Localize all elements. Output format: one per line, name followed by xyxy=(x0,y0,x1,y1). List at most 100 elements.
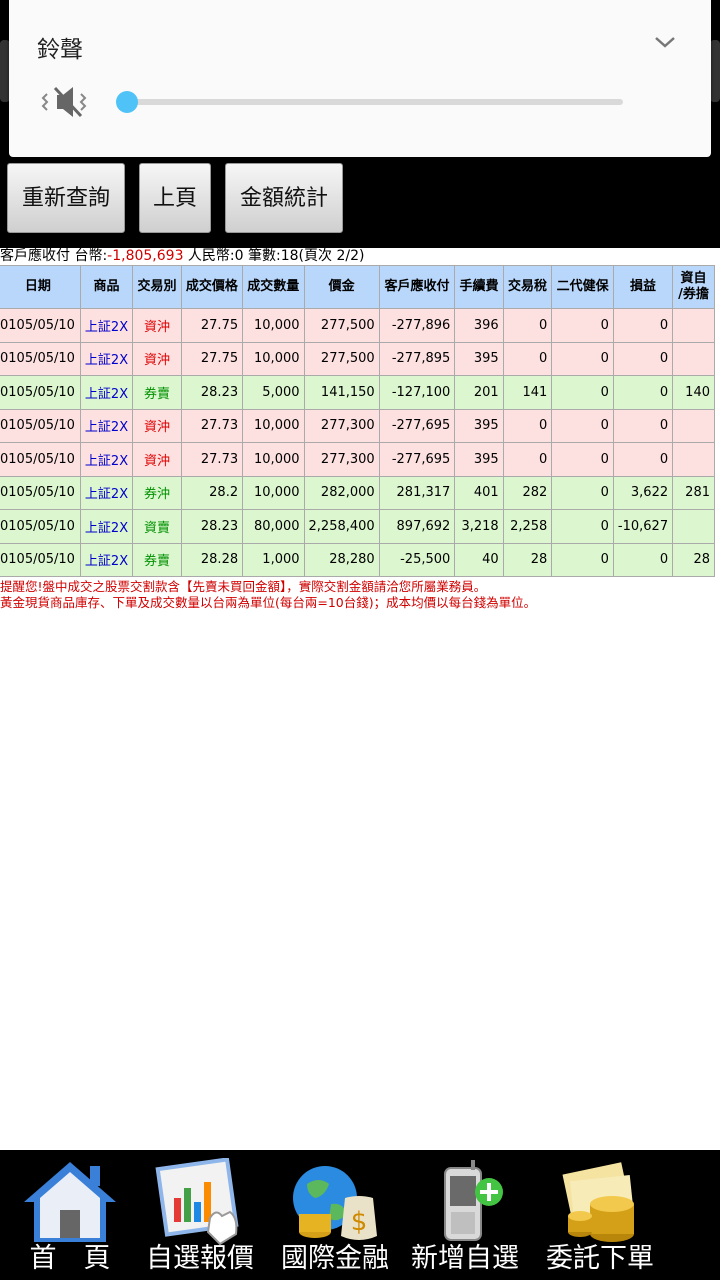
cell-amount: 28,280 xyxy=(303,542,380,577)
amount-stats-button[interactable]: 金額統計 xyxy=(225,163,343,233)
notes: 提醒您!盤中成交之股票交割款含【先賣未買回金額】，實際交割金額請洽您所屬業務員。… xyxy=(0,579,720,611)
cell-price: 28.23 xyxy=(180,375,244,410)
table-row[interactable]: 0105/05/10 上証2X 資沖 27.75 10,000 277,500 -277,8… xyxy=(0,341,715,376)
table-row[interactable]: 0105/05/10 上証2X 券沖 28.2 10,000 282,000 281,317… xyxy=(0,475,715,510)
trade-table-wrap[interactable]: 日期 商品 交易別 成交價格 成交數量 價金 客戶應收付 手續費 交易稅 二代健… xyxy=(0,265,720,578)
table-row[interactable]: 0105/05/10 上証2X 資沖 27.73 10,000 277,300 -277,6… xyxy=(0,408,715,443)
cell-date: 0105/05/10 xyxy=(0,475,81,510)
table-row[interactable]: 0105/05/10 上証2X 資沖 27.73 10,000 277,300 -277,6… xyxy=(0,442,715,477)
cell-self-fund xyxy=(672,442,715,477)
col-trade-type[interactable]: 交易別 xyxy=(132,265,182,309)
volume-panel: 鈴聲 xyxy=(9,0,711,157)
cell-fee: 396 xyxy=(454,308,504,343)
col-profit-loss[interactable]: 損益 xyxy=(612,265,674,309)
cell-health-premium: 0 xyxy=(551,475,614,510)
volume-title: 鈴聲 xyxy=(37,37,83,63)
cell-quantity: 10,000 xyxy=(242,442,305,477)
cell-receivable: -277,896 xyxy=(378,308,456,343)
cell-tax: 282 xyxy=(502,475,553,510)
col-self-fund-label: 資自/券擔 xyxy=(678,271,709,302)
chevron-down-icon[interactable] xyxy=(653,30,677,54)
vibrate-mute-icon[interactable] xyxy=(41,84,89,120)
cell-trade-type: 券賣 xyxy=(132,542,182,577)
cell-product[interactable]: 上証2X xyxy=(79,475,134,510)
cell-product[interactable]: 上証2X xyxy=(79,408,134,443)
cell-quantity: 80,000 xyxy=(242,509,305,544)
col-receivable[interactable]: 客戶應收付 xyxy=(378,265,456,309)
cell-receivable: 897,692 xyxy=(378,509,456,544)
cell-profit-loss: 0 xyxy=(612,308,674,343)
table-row[interactable]: 0105/05/10 上証2X 券賣 28.23 5,000 141,150 -127,10… xyxy=(0,375,715,410)
cell-fee: 40 xyxy=(454,542,504,577)
cell-date: 0105/05/10 xyxy=(0,509,81,544)
cell-receivable: -277,695 xyxy=(378,408,456,443)
cell-receivable: -127,100 xyxy=(378,375,456,410)
nav-add-watchlist[interactable]: 新增自選 xyxy=(400,1150,530,1280)
volume-slider-track[interactable] xyxy=(127,99,623,105)
cell-fee: 201 xyxy=(454,375,504,410)
cell-profit-loss: 3,622 xyxy=(612,475,674,510)
cell-amount: 277,500 xyxy=(303,341,380,376)
cell-product[interactable]: 上証2X xyxy=(79,375,134,410)
globe-money-icon: $ xyxy=(293,1166,377,1240)
cell-quantity: 10,000 xyxy=(242,341,305,376)
table-row[interactable]: 0105/05/10 上証2X 券賣 28.28 1,000 28,280 -25,500 4… xyxy=(0,542,715,577)
nav-label: 委託下單 xyxy=(546,1243,654,1274)
col-self-fund[interactable]: 資自/券擔 xyxy=(672,265,715,309)
summary-rest: 人民幣:0 筆數:18(頁次 2/2) xyxy=(183,248,365,264)
cell-self-fund: 281 xyxy=(672,475,715,510)
volume-slider-thumb[interactable] xyxy=(116,91,138,113)
cell-profit-loss: 0 xyxy=(612,341,674,376)
nav-place-order[interactable]: 委託下單 xyxy=(530,1150,670,1280)
cell-price: 27.73 xyxy=(180,408,244,443)
summary-prefix: 客戶應收付 台幣: xyxy=(0,248,108,264)
svg-text:$: $ xyxy=(351,1207,368,1237)
cell-quantity: 10,000 xyxy=(242,475,305,510)
cell-amount: 141,150 xyxy=(303,375,380,410)
col-quantity[interactable]: 成交數量 xyxy=(242,265,305,309)
cell-product[interactable]: 上証2X xyxy=(79,542,134,577)
cell-fee: 395 xyxy=(454,408,504,443)
col-health-premium[interactable]: 二代健保 xyxy=(551,265,614,309)
table-row[interactable]: 0105/05/10 上証2X 資賣 28.23 80,000 2,258,400 897,… xyxy=(0,509,715,544)
cell-amount: 277,300 xyxy=(303,442,380,477)
nav-watchlist-quotes[interactable]: 自選報價 xyxy=(140,1150,260,1280)
col-date[interactable]: 日期 xyxy=(0,265,81,309)
cell-quantity: 10,000 xyxy=(242,308,305,343)
cell-profit-loss: 0 xyxy=(612,408,674,443)
cell-quantity: 1,000 xyxy=(242,542,305,577)
nav-label: 首 頁 xyxy=(29,1243,111,1274)
col-tax[interactable]: 交易稅 xyxy=(502,265,553,309)
col-fee[interactable]: 手續費 xyxy=(454,265,504,309)
nav-international-finance[interactable]: $ 國際金融 xyxy=(270,1150,400,1280)
cell-date: 0105/05/10 xyxy=(0,442,81,477)
prev-page-button[interactable]: 上頁 xyxy=(139,163,211,233)
cell-fee: 395 xyxy=(454,341,504,376)
nav-label: 自選報價 xyxy=(146,1243,254,1274)
cell-trade-type: 資沖 xyxy=(132,308,182,343)
requery-button[interactable]: 重新查詢 xyxy=(7,163,125,233)
cell-date: 0105/05/10 xyxy=(0,375,81,410)
cell-tax: 0 xyxy=(502,408,553,443)
col-price[interactable]: 成交價格 xyxy=(180,265,244,309)
cell-tax: 0 xyxy=(502,308,553,343)
table-row[interactable]: 0105/05/10 上証2X 資沖 27.75 10,000 277,500 -277,8… xyxy=(0,308,715,343)
summary-twd-value: -1,805,693 xyxy=(107,248,184,264)
cell-trade-type: 券沖 xyxy=(132,475,182,510)
cell-health-premium: 0 xyxy=(551,341,614,376)
cell-amount: 277,500 xyxy=(303,308,380,343)
col-amount[interactable]: 價金 xyxy=(303,265,380,309)
cell-product[interactable]: 上証2X xyxy=(79,308,134,343)
col-product[interactable]: 商品 xyxy=(79,265,134,309)
cell-health-premium: 0 xyxy=(551,442,614,477)
cell-self-fund: 140 xyxy=(672,375,715,410)
cell-self-fund xyxy=(672,509,715,544)
cell-product[interactable]: 上証2X xyxy=(79,442,134,477)
cell-quantity: 5,000 xyxy=(242,375,305,410)
cell-product[interactable]: 上証2X xyxy=(79,341,134,376)
nav-home[interactable]: 首 頁 xyxy=(0,1150,140,1280)
cell-trade-type: 資沖 xyxy=(132,442,182,477)
cell-product[interactable]: 上証2X xyxy=(79,509,134,544)
cell-trade-type: 資沖 xyxy=(132,408,182,443)
cell-date: 0105/05/10 xyxy=(0,341,81,376)
